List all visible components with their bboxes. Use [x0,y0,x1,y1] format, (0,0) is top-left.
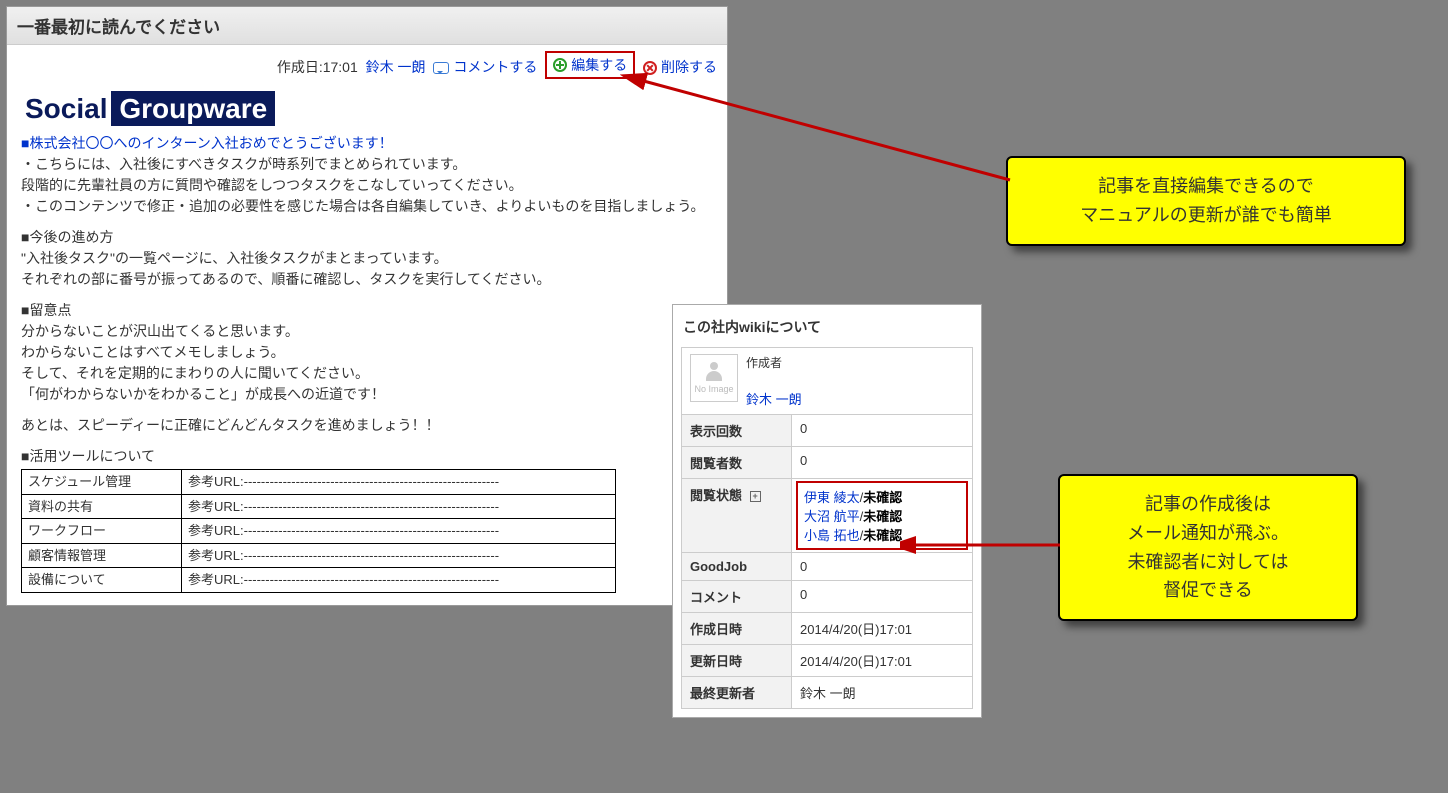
comment-value: 0 [792,581,973,613]
created-value: 2014/4/20(日)17:01 [792,613,973,645]
article-meta-bar: 作成日:17:01 鈴木 一朗 コメントする 編集する 削除する [7,45,727,81]
tool-name: 資料の共有 [22,494,182,519]
edit-button[interactable]: 編集する [571,55,627,75]
app-logo: Social Groupware [25,93,709,125]
status-badge: 未確認 [863,490,902,505]
body-text: 分からないことが沢山出てくると思います。 [21,321,713,342]
callout-text: 記事の作成後は [1082,490,1334,519]
wiki-author-link[interactable]: 鈴木 一朗 [746,389,802,408]
created-label: 作成日:17:01 [277,59,358,75]
table-row: スケジュール管理参考URL:--------------------------… [22,470,616,495]
body-text: "入社後タスク"の一覧ページに、入社後タスクがまとまっています。 [21,248,713,269]
table-row: 閲覧者数0 [682,447,973,479]
table-row: 顧客情報管理参考URL:----------------------------… [22,543,616,568]
body-text: それぞれの部に番号が振ってあるので、順番に確認し、タスクを実行してください。 [21,269,713,290]
reader-link[interactable]: 伊東 綾太 [804,490,860,505]
tool-name: ワークフロー [22,519,182,544]
goodjob-value: 0 [792,553,973,581]
comment-icon [433,62,449,74]
table-row: GoodJob0 [682,553,973,581]
article-body: ■株式会社〇〇へのインターン入社おめでとうございます！ ・こちらには、入社後にす… [7,133,727,605]
updater-value: 鈴木 一朗 [792,677,973,709]
views-value: 0 [792,415,973,447]
reading-status-item: 小島 拓也/未確認 [804,525,960,544]
wiki-info-panel: この社内wikiについて No Image 作成者 鈴木 一朗 表示回数0 閲覧… [672,304,982,718]
reader-link[interactable]: 小島 拓也 [804,528,860,543]
table-row: コメント0 [682,581,973,613]
callout-text: マニュアルの更新が誰でも簡単 [1030,201,1382,230]
expand-icon[interactable]: + [750,491,761,502]
author-link[interactable]: 鈴木 一朗 [366,59,426,75]
readers-value: 0 [792,447,973,479]
updated-label: 更新日時 [682,645,792,677]
body-text: 「何がわからないかをわかること」が成長への近道です！ [21,384,713,405]
body-text: あとは、スピーディーに正確にどんどんタスクを進めましょう！！ [21,415,713,436]
article-panel: 一番最初に読んでください 作成日:17:01 鈴木 一朗 コメントする 編集する… [6,6,728,606]
updater-label: 最終更新者 [682,677,792,709]
comment-label: コメント [682,581,792,613]
reader-link[interactable]: 大沼 航平 [804,509,860,524]
tool-url: 参考URL:----------------------------------… [182,470,616,495]
table-row: 表示回数0 [682,415,973,447]
created-label: 作成日時 [682,613,792,645]
tool-name: スケジュール管理 [22,470,182,495]
article-title: 一番最初に読んでください [7,7,727,45]
wiki-info-table: No Image 作成者 鈴木 一朗 表示回数0 閲覧者数0 閲覧状態 + 伊東… [681,347,973,709]
wiki-panel-title: この社内wikiについて [681,313,973,347]
table-row: No Image 作成者 鈴木 一朗 [682,348,973,415]
table-row: 作成日時2014/4/20(日)17:01 [682,613,973,645]
section-heading: ■活用ツールについて [21,446,713,467]
table-row: ワークフロー参考URL:----------------------------… [22,519,616,544]
section-heading: ■留意点 [21,300,713,321]
no-image-placeholder: No Image [690,354,738,402]
callout-edit: 記事を直接編集できるので マニュアルの更新が誰でも簡単 [1006,156,1406,246]
delete-button[interactable]: 削除する [661,59,717,75]
body-text: わからないことはすべてメモしましょう。 [21,342,713,363]
edit-icon [553,58,567,72]
tool-url: 参考URL:----------------------------------… [182,494,616,519]
reading-status-highlight: 伊東 綾太/未確認 大沼 航平/未確認 小島 拓也/未確認 [796,481,968,550]
tool-name: 設備について [22,568,182,593]
tools-table: スケジュール管理参考URL:--------------------------… [21,469,616,593]
tool-url: 参考URL:----------------------------------… [182,519,616,544]
reading-status-label: 閲覧状態 + [682,479,792,553]
table-row: 閲覧状態 + 伊東 綾太/未確認 大沼 航平/未確認 小島 拓也/未確認 [682,479,973,553]
body-text: ・こちらには、入社後にすべきタスクが時系列でまとめられています。 [21,154,713,175]
table-row: 資料の共有参考URL:-----------------------------… [22,494,616,519]
updated-value: 2014/4/20(日)17:01 [792,645,973,677]
tool-url: 参考URL:----------------------------------… [182,568,616,593]
callout-text: メール通知が飛ぶ。 [1082,519,1334,548]
logo-text-social: Social [25,93,107,124]
readers-label: 閲覧者数 [682,447,792,479]
callout-notify: 記事の作成後は メール通知が飛ぶ。 未確認者に対しては 督促できる [1058,474,1358,621]
callout-text: 記事を直接編集できるので [1030,172,1382,201]
tool-url: 参考URL:----------------------------------… [182,543,616,568]
table-row: 最終更新者鈴木 一朗 [682,677,973,709]
no-image-text: No Image [694,384,733,394]
edit-highlight-box: 編集する [545,51,635,79]
logo-text-groupware: Groupware [111,91,275,126]
section-heading: ■今後の進め方 [21,227,713,248]
goodjob-label: GoodJob [682,553,792,581]
body-text: そして、それを定期的にまわりの人に聞いてください。 [21,363,713,384]
author-label: 作成者 [746,354,802,371]
intro-link[interactable]: ■株式会社〇〇へのインターン入社おめでとうございます！ [21,133,713,154]
callout-text: 督促できる [1082,576,1334,605]
status-badge: 未確認 [863,509,902,524]
callout-text: 未確認者に対しては [1082,548,1334,577]
body-text: 段階的に先輩社員の方に質問や確認をしつつタスクをこなしていってください。 [21,175,713,196]
comment-button[interactable]: コメントする [453,59,537,75]
reading-status-item: 伊東 綾太/未確認 [804,487,960,506]
views-label: 表示回数 [682,415,792,447]
body-text: ・このコンテンツで修正・追加の必要性を感じた場合は各自編集していき、よりよいもの… [21,196,713,217]
status-badge: 未確認 [863,528,902,543]
reading-status-item: 大沼 航平/未確認 [804,506,960,525]
delete-icon [643,61,657,75]
table-row: 更新日時2014/4/20(日)17:01 [682,645,973,677]
person-icon [704,362,724,382]
tool-name: 顧客情報管理 [22,543,182,568]
table-row: 設備について参考URL:----------------------------… [22,568,616,593]
